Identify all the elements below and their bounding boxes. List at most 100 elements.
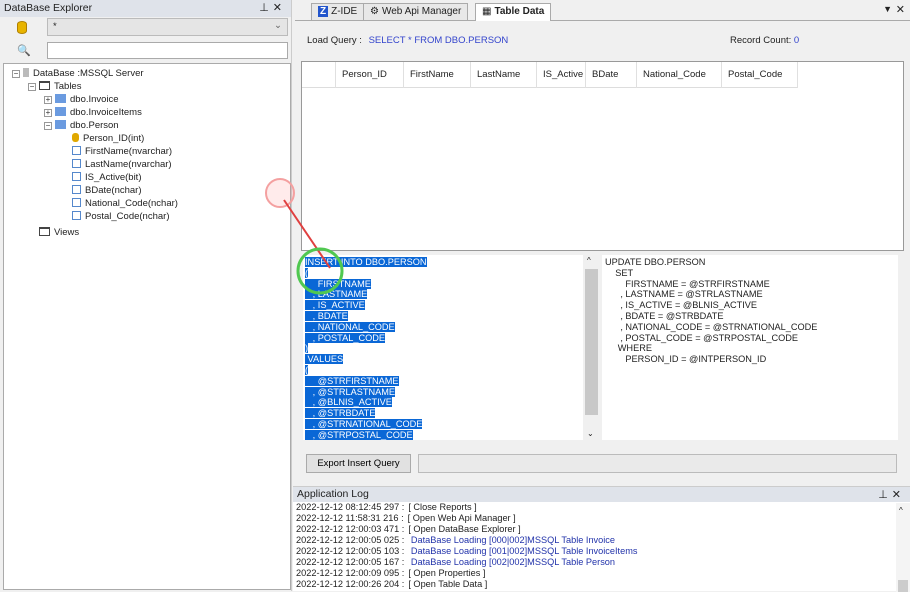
log-message: [ Open Web Api Manager ] [407, 513, 516, 523]
insert-scrollbar[interactable]: ^ ⌄ [583, 255, 600, 440]
insert-query-line: ( [305, 364, 427, 376]
column-header[interactable]: IS_Active [537, 62, 586, 88]
scroll-up-icon[interactable]: ^ [899, 506, 903, 515]
selected-text: , IS_ACTIVE [305, 300, 365, 311]
tree-label: dbo.Invoice [70, 94, 119, 105]
record-count: Record Count: 0 [730, 35, 799, 46]
log-time: 2022-12-12 12:00:05 103 : [296, 546, 405, 556]
load-query-row: Load Query : SELECT * FROM DBO.PERSON [307, 35, 508, 46]
log-title: Application Log [297, 488, 369, 500]
insert-query-line: , IS_ACTIVE [305, 300, 427, 311]
column-header[interactable]: Postal_Code [722, 62, 798, 88]
tree-node-database[interactable]: − DataBase :MSSQL Server [12, 67, 144, 80]
scroll-down-icon[interactable]: ⌄ [587, 429, 594, 438]
log-header: Application Log ⊥✕ [293, 487, 910, 502]
selected-text: ( [305, 364, 309, 375]
tree-node-column[interactable]: BDate(nchar) [72, 184, 142, 197]
tree-node-table[interactable]: + dbo.Invoice [44, 93, 119, 106]
close-icon[interactable]: ✕ [892, 489, 905, 501]
column-header[interactable]: FirstName [404, 62, 471, 88]
insert-query-editor[interactable]: INSERT INTO DBO.PERSON( FIRSTNAME , LAST… [303, 255, 583, 440]
log-entry: 2022-12-12 12:00:09 095 :[ Open Properti… [296, 568, 485, 579]
table-data-icon: ▦ [482, 6, 492, 17]
pin-icon[interactable]: ⊥ [878, 489, 892, 501]
table-icon [55, 107, 66, 116]
tree-label: IS_Active(bit) [85, 172, 142, 183]
close-icon[interactable]: ✕ [273, 2, 286, 14]
log-scrollbar[interactable]: ^ [896, 503, 910, 592]
log-time: 2022-12-12 11:58:31 216 : [296, 513, 404, 523]
expand-icon[interactable]: + [44, 96, 52, 104]
collapse-icon[interactable]: − [12, 70, 20, 78]
insert-query-line: , BDATE [305, 310, 427, 322]
update-query-line: , IS_ACTIVE = @BLNIS_ACTIVE [605, 300, 758, 311]
search-input[interactable] [47, 42, 288, 59]
insert-query-line: INSERT INTO DBO.PERSON [305, 257, 427, 268]
tab-web-api-manager[interactable]: ⚙ Web Api Manager [363, 3, 469, 20]
tree-node-tables[interactable]: − Tables [28, 80, 81, 93]
selected-text: , NATIONAL_CODE [305, 321, 395, 332]
document-tabs: Z Z-IDE ⚙ Web Api Manager ▦ Table Data ▼ ✕ [295, 0, 910, 21]
tab-z-ide[interactable]: Z Z-IDE [311, 3, 365, 20]
selected-text: VALUES [305, 354, 344, 365]
log-time: 2022-12-12 12:00:03 471 : [296, 524, 405, 534]
scroll-thumb[interactable] [585, 269, 598, 415]
pin-icon[interactable]: ⊥ [259, 2, 273, 14]
scroll-up-icon[interactable]: ^ [587, 256, 591, 265]
export-insert-query-button[interactable]: Export Insert Query [306, 454, 411, 473]
grid-header: Person_ID FirstName LastName IS_Active B… [302, 62, 798, 88]
collapse-icon[interactable]: − [44, 122, 52, 130]
log-entry: 2022-12-12 11:58:31 216 :[ Open Web Api … [296, 513, 516, 524]
column-icon [72, 146, 81, 155]
insert-query-line: @STRFIRSTNAME [305, 375, 427, 387]
tree-node-table[interactable]: − dbo.Person [44, 119, 119, 132]
log-message: [ Open Table Data ] [408, 579, 488, 589]
log-entry: 2022-12-12 12:00:26 204 :[ Open Table Da… [296, 579, 487, 590]
insert-query-line: VALUES [305, 354, 427, 365]
tree-label: Tables [54, 81, 82, 92]
explorer-title: DataBase Explorer [4, 2, 93, 14]
insert-query-line: FIRSTNAME [305, 278, 427, 290]
column-header[interactable]: BDate [586, 62, 637, 88]
log-message: DataBase Loading [000|002]MSSQL Table In… [408, 535, 616, 545]
expand-icon[interactable]: + [44, 109, 52, 117]
tree-node-column[interactable]: IS_Active(bit) [72, 171, 142, 184]
log-message: DataBase Loading [002|002]MSSQL Table Pe… [408, 557, 616, 567]
export-path-field[interactable] [418, 454, 897, 473]
key-icon [72, 133, 79, 142]
server-icon [23, 68, 29, 77]
column-header[interactable]: LastName [471, 62, 537, 88]
close-tab-icon[interactable]: ✕ [896, 3, 905, 16]
tree-node-column[interactable]: Person_ID(int) [72, 132, 144, 145]
column-icon [72, 185, 81, 194]
tree-node-column[interactable]: FirstName(nvarchar) [72, 145, 172, 158]
insert-query-line: , @BLNIS_ACTIVE [305, 397, 427, 408]
tree-label: DataBase :MSSQL Server [33, 68, 144, 79]
update-query-editor[interactable]: UPDATE DBO.PERSON SET FIRSTNAME = @STRFI… [602, 255, 898, 440]
row-header [302, 62, 336, 88]
log-message: [ Open DataBase Explorer ] [408, 524, 521, 534]
tree-node-column[interactable]: LastName(nvarchar) [72, 158, 172, 171]
data-grid[interactable]: Person_ID FirstName LastName IS_Active B… [301, 61, 904, 251]
selected-text: INSERT INTO DBO.PERSON [305, 257, 427, 267]
selected-text: , @STRLASTNAME [305, 386, 395, 397]
column-header[interactable]: National_Code [637, 62, 722, 88]
tree-node-column[interactable]: Postal_Code(nchar) [72, 210, 170, 223]
update-query-line: SET [605, 267, 634, 278]
tree-node-table[interactable]: + dbo.InvoiceItems [44, 106, 142, 119]
tab-menu-icon[interactable]: ▼ [883, 4, 892, 14]
column-header[interactable]: Person_ID [336, 62, 404, 88]
tree-view: − DataBase :MSSQL Server − Tables + dbo.Inv… [3, 63, 291, 590]
tree-node-column[interactable]: National_Code(nchar) [72, 197, 178, 210]
z-icon: Z [318, 6, 329, 17]
tree-node-views[interactable]: Views [39, 226, 79, 239]
column-icon [72, 198, 81, 207]
log-message: [ Close Reports ] [408, 502, 477, 512]
chevron-down-icon: ⌄ [274, 20, 282, 31]
collapse-icon[interactable]: − [28, 83, 36, 91]
database-combo[interactable]: * ⌄ [47, 18, 288, 36]
tab-table-data[interactable]: ▦ Table Data [475, 3, 552, 21]
log-entry: 2022-12-12 12:00:05 025 : DataBase Loadi… [296, 535, 615, 546]
load-query-value: SELECT * FROM DBO.PERSON [368, 35, 509, 46]
scroll-thumb[interactable] [898, 580, 908, 592]
